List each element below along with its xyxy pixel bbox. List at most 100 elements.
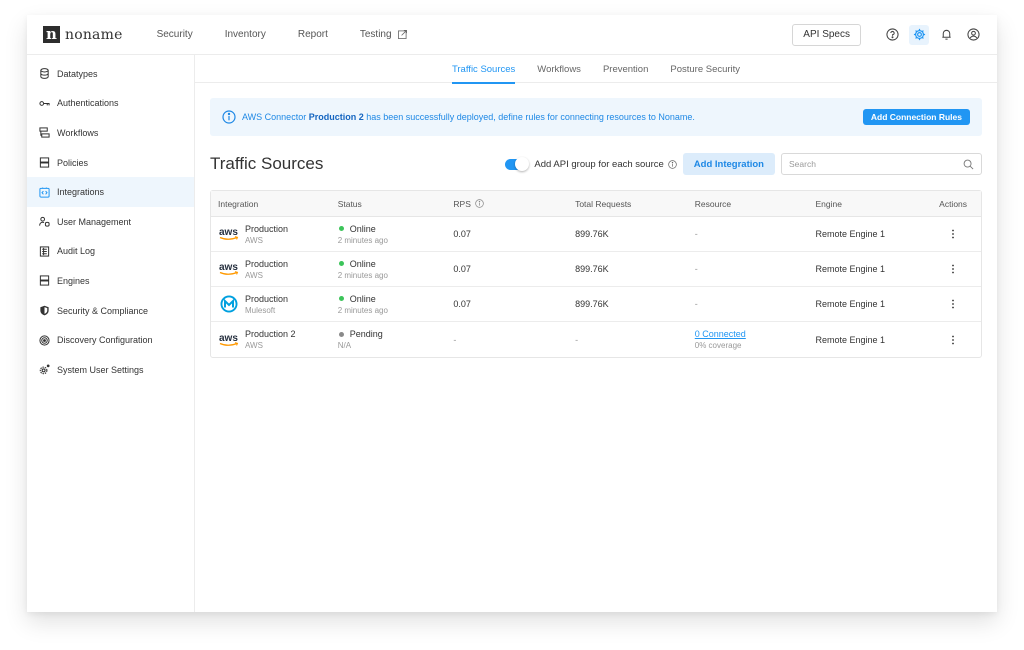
- integration-logo: aws: [218, 331, 240, 349]
- banner-highlight: Production 2: [308, 112, 364, 122]
- brand-logo[interactable]: n noname: [43, 26, 123, 43]
- banner-suffix: has been successfully deployed, define r…: [363, 112, 695, 122]
- audit-log-icon: [39, 246, 50, 257]
- cog-icon: [39, 364, 50, 375]
- table-row[interactable]: aws Production AWS Online 2 minutes ago …: [211, 252, 981, 287]
- status-dot: [338, 296, 344, 301]
- sidebar-item-integrations[interactable]: Integrations: [27, 177, 194, 207]
- col-engine[interactable]: Engine: [815, 199, 925, 209]
- rps-value: -: [453, 334, 457, 345]
- info-icon[interactable]: [668, 159, 677, 169]
- sidebar-item-authentications[interactable]: Authentications: [27, 89, 194, 119]
- status-dot: [338, 261, 344, 266]
- integration-logo: [218, 295, 240, 313]
- nav-label: Report: [297, 29, 328, 40]
- mulesoft-logo-icon: [220, 295, 238, 313]
- integration-type: AWS: [245, 235, 263, 245]
- tab-prevention[interactable]: Prevention: [603, 55, 648, 83]
- add-connection-rules-button[interactable]: Add Connection Rules: [862, 109, 970, 125]
- sidebar-item-label: Workflows: [57, 127, 99, 138]
- rps-value: 0.07: [453, 264, 471, 274]
- search-box: [781, 153, 982, 175]
- banner-message: AWS Connector Production 2 has been succ…: [242, 112, 695, 122]
- sidebar-item-label: Authentications: [57, 98, 119, 109]
- info-icon[interactable]: [475, 199, 484, 208]
- database-icon: [40, 68, 49, 80]
- nav-testing[interactable]: Testing: [360, 29, 407, 40]
- table-header: Integration Status RPS Total Requests Re…: [211, 191, 981, 217]
- total-requests-value: 899.76K: [575, 264, 609, 274]
- integration-logo: aws: [218, 260, 240, 278]
- col-rps[interactable]: RPS: [453, 199, 575, 209]
- table-row[interactable]: aws Production AWS Online 2 minutes ago …: [211, 217, 981, 252]
- integration-name: Production: [245, 223, 289, 234]
- integration-name: Production: [245, 258, 289, 269]
- resource-cell: 0 Connected 0% coverage: [695, 329, 816, 350]
- sidebar-item-discovery-configuration[interactable]: Discovery Configuration: [27, 325, 194, 355]
- col-status[interactable]: Status: [335, 199, 454, 209]
- tab-posture-security[interactable]: Posture Security: [670, 55, 740, 83]
- help-button[interactable]: [882, 25, 902, 45]
- sidebar-item-label: User Management: [57, 216, 132, 227]
- more-actions-icon[interactable]: [951, 335, 955, 345]
- more-actions-icon[interactable]: [951, 264, 955, 274]
- col-total-requests[interactable]: Total Requests: [575, 199, 695, 209]
- search-icon[interactable]: [963, 159, 974, 170]
- sidebar-item-datatypes[interactable]: Datatypes: [27, 59, 194, 89]
- page-title: Traffic Sources: [210, 154, 324, 173]
- add-integration-button[interactable]: Add Integration: [682, 153, 775, 175]
- nav-label: Security: [156, 29, 193, 40]
- sidebar-item-user-management[interactable]: User Management: [27, 207, 194, 237]
- nav-label: Inventory: [224, 29, 266, 40]
- nav-inventory[interactable]: Inventory: [225, 29, 266, 40]
- status-time: 2 minutes ago: [337, 235, 388, 245]
- status-label: Online: [349, 223, 376, 234]
- col-integration[interactable]: Integration: [211, 199, 335, 209]
- status-label: Online: [349, 293, 376, 304]
- tab-workflows[interactable]: Workflows: [537, 55, 581, 83]
- engine-value: Remote Engine 1: [815, 264, 885, 274]
- settings-icon: [913, 28, 925, 41]
- banner-prefix: AWS Connector: [242, 112, 309, 122]
- table-row[interactable]: aws Production 2 AWS Pending N/A - - 0 C…: [211, 322, 981, 357]
- radar-icon: [39, 335, 50, 346]
- sidebar-item-label: Engines: [57, 275, 90, 286]
- sidebar-item-system-user-settings[interactable]: System User Settings: [27, 355, 194, 385]
- policy-icon: [39, 157, 50, 168]
- bell-icon: [941, 29, 951, 40]
- sidebar-item-security-compliance[interactable]: Security & Compliance: [27, 296, 194, 326]
- tab-traffic-sources[interactable]: Traffic Sources: [451, 55, 516, 84]
- sidebar-item-policies[interactable]: Policies: [27, 148, 194, 178]
- integration-logo: aws: [218, 225, 240, 243]
- settings-button[interactable]: [909, 24, 929, 45]
- resource-cell: -: [694, 264, 698, 274]
- total-requests-value: 899.76K: [575, 299, 609, 309]
- api-specs-button[interactable]: API Specs: [792, 23, 861, 46]
- external-link-icon: [397, 30, 407, 39]
- status-label: Pending: [349, 329, 383, 339]
- col-actions: Actions: [939, 198, 968, 209]
- engine-value: Remote Engine 1: [815, 229, 885, 239]
- sidebar-item-engines[interactable]: Engines: [27, 266, 194, 296]
- resource-link[interactable]: 0 Connected: [695, 329, 816, 339]
- workflow-icon: [39, 127, 50, 139]
- sidebar-item-audit-log[interactable]: Audit Log: [27, 237, 194, 267]
- engine-value: Remote Engine 1: [815, 299, 885, 309]
- engine-icon: [39, 275, 50, 287]
- resource-coverage: 0% coverage: [694, 341, 742, 350]
- more-actions-icon[interactable]: [951, 299, 955, 309]
- profile-button[interactable]: [963, 25, 983, 45]
- page-header: Traffic Sources Add API group for each s…: [210, 152, 982, 176]
- col-resource[interactable]: Resource: [695, 199, 816, 209]
- api-group-toggle[interactable]: [505, 156, 530, 171]
- sidebar-item-workflows[interactable]: Workflows: [27, 118, 194, 148]
- more-actions-icon[interactable]: [951, 229, 955, 239]
- notifications-button[interactable]: [936, 25, 956, 45]
- search-input[interactable]: [789, 159, 963, 169]
- nav-report[interactable]: Report: [298, 29, 328, 40]
- col-label: RPS: [453, 198, 471, 209]
- integration-type: AWS: [245, 270, 263, 280]
- nav-security[interactable]: Security: [157, 29, 193, 40]
- status-time: 2 minutes ago: [337, 305, 388, 315]
- table-row[interactable]: Production Mulesoft Online 2 minutes ago…: [211, 287, 981, 322]
